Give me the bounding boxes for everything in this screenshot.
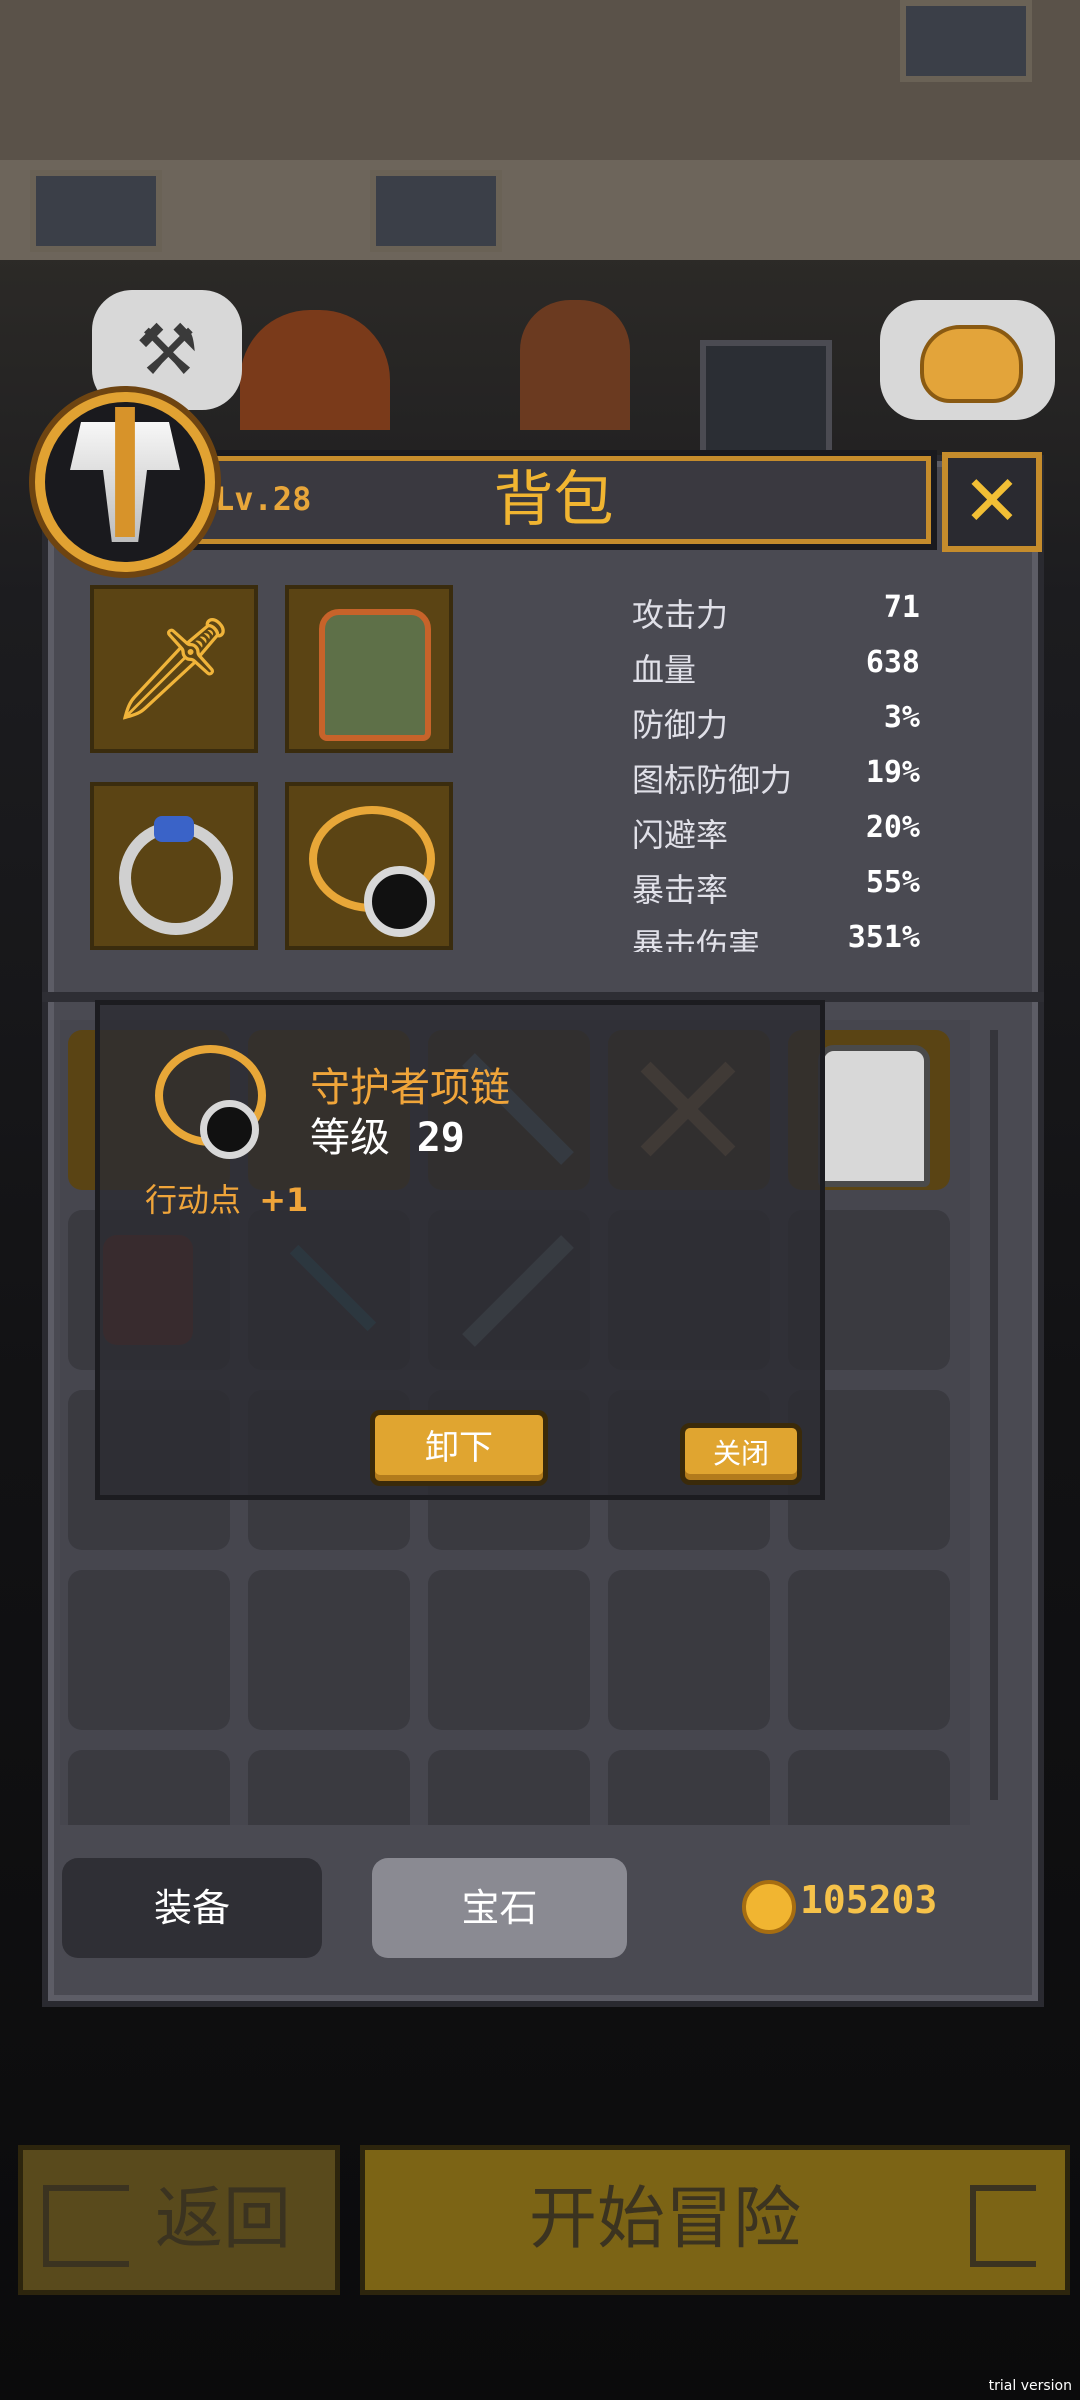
action-points-label: 行动点 <box>145 1181 242 1219</box>
inventory-slot[interactable] <box>788 1750 950 1825</box>
inventory-slot[interactable] <box>428 1570 590 1730</box>
item-level: 等级 29 <box>310 1105 465 1163</box>
close-button[interactable]: ✕ <box>942 452 1042 552</box>
inventory-slot[interactable] <box>608 1750 770 1825</box>
necklace-pendant <box>200 1100 259 1159</box>
player-avatar[interactable] <box>35 392 215 572</box>
item-detail-popup: 守护者项链 等级 29 行动点 +1 卸下 关闭 <box>95 1000 825 1500</box>
green-armor-icon <box>319 609 431 741</box>
inventory-slot[interactable] <box>788 1570 950 1730</box>
action-points: 行动点 +1 <box>145 1175 308 1221</box>
unequip-button[interactable]: 卸下 <box>370 1410 548 1486</box>
trial-watermark: trial version <box>988 2378 1072 2394</box>
stat-value: 638 <box>865 645 920 680</box>
stat-value: 71 <box>883 590 920 625</box>
ring-gem <box>154 816 194 842</box>
building-window <box>30 170 162 252</box>
stat-label: 暴击伤害 <box>632 926 761 952</box>
stat-label: 攻击力 <box>632 596 729 634</box>
stat-label: 闪避率 <box>632 816 729 854</box>
hooded-figure <box>520 300 630 430</box>
merchant-figure <box>240 310 390 430</box>
tab-gems[interactable]: 宝石 <box>372 1858 627 1958</box>
back-button[interactable]: 返回 <box>18 2145 340 2295</box>
stat-row-clipped: 暴击伤害 351% <box>632 916 932 952</box>
coin-icon <box>742 1880 796 1934</box>
inventory-slot[interactable] <box>68 1750 230 1825</box>
stat-value: 3% <box>883 700 920 735</box>
building-beam <box>0 160 1080 260</box>
coin-count: 105203 <box>800 1878 938 1922</box>
tab-equipment[interactable]: 装备 <box>62 1858 322 1958</box>
stat-label: 图标防御力 <box>632 761 793 799</box>
stat-label: 防御力 <box>632 706 729 744</box>
equip-slot-necklace[interactable] <box>285 782 453 950</box>
inventory-slot[interactable] <box>68 1570 230 1730</box>
white-armor-icon <box>818 1045 930 1187</box>
equip-slot-armor[interactable] <box>285 585 453 753</box>
inventory-slot[interactable] <box>248 1750 410 1825</box>
stat-label: 血量 <box>632 651 697 689</box>
player-level: Lv.28 <box>215 480 312 518</box>
enter-icon <box>970 2185 1036 2267</box>
inventory-slot[interactable] <box>248 1570 410 1730</box>
start-label: 开始冒险 <box>528 2180 801 2259</box>
exit-icon <box>43 2185 129 2267</box>
scrollbar[interactable] <box>990 1030 998 1800</box>
money-bag-icon <box>920 325 1023 403</box>
stat-value: 55% <box>865 865 920 900</box>
equip-slot-ring[interactable] <box>90 782 258 950</box>
inventory-slot[interactable] <box>428 1750 590 1825</box>
necklace-pendant <box>364 866 435 937</box>
building-window <box>900 0 1032 82</box>
golden-sword-icon: 🗡 <box>110 610 238 727</box>
building-window <box>370 170 502 252</box>
stat-value: 351% <box>847 920 920 952</box>
start-adventure-button[interactable]: 开始冒险 <box>360 2145 1070 2295</box>
stat-label: 暴击率 <box>632 871 729 909</box>
action-points-value: +1 <box>259 1181 309 1219</box>
stat-value: 19% <box>865 755 920 790</box>
item-level-value: 29 <box>416 1115 465 1161</box>
stat-value: 20% <box>865 810 920 845</box>
item-level-label: 等级 <box>310 1115 390 1161</box>
back-label: 返回 <box>154 2180 291 2259</box>
popup-close-button[interactable]: 关闭 <box>680 1423 802 1485</box>
equip-slot-weapon[interactable]: 🗡 <box>90 585 258 753</box>
inventory-slot[interactable] <box>608 1570 770 1730</box>
bag-bubble[interactable] <box>880 300 1055 420</box>
